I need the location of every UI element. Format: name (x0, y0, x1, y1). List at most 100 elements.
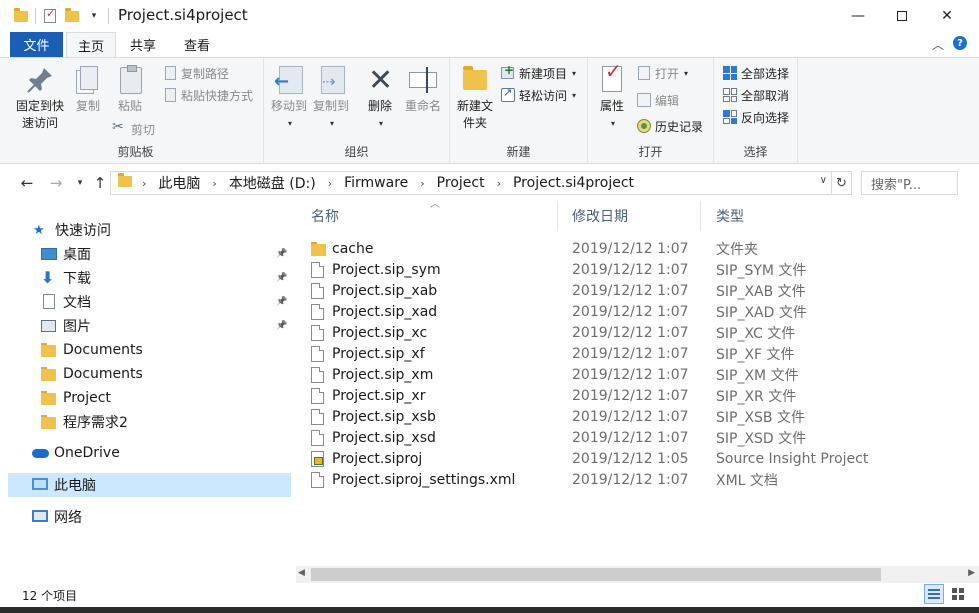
scroll-left-icon[interactable]: ◀ (298, 568, 305, 578)
history-button[interactable]: 历史记录 (636, 116, 703, 136)
horizontal-scrollbar[interactable]: ◀ ▶ (296, 566, 979, 583)
easy-access-icon (500, 86, 516, 103)
close-button[interactable]: ✕ (924, 0, 970, 32)
sidebar-item-network[interactable]: 网络 (8, 505, 291, 529)
easy-access-button[interactable]: 轻松访问 ▾ (500, 85, 576, 105)
file-row[interactable]: Project.sip_sym 2019/12/12 1:07 SIP_SYM 文件 (311, 259, 971, 280)
file-icon (311, 324, 324, 341)
sidebar-item-label: Project (63, 390, 111, 406)
breadcrumb-drive[interactable]: 本地磁盘 (D:) (227, 173, 318, 193)
column-header-date[interactable]: 修改日期 (558, 201, 701, 231)
new-folder-icon[interactable] (61, 6, 83, 26)
copy-button[interactable]: 复制 (70, 64, 106, 115)
scrollbar-thumb[interactable] (311, 568, 881, 581)
scroll-right-icon[interactable]: ▶ (968, 568, 975, 578)
sidebar-item-quick-access-entry[interactable]: Documents (8, 362, 291, 386)
delete-button[interactable]: ✕ 删除 ▾ (360, 64, 400, 132)
sidebar-item-quick-access-entry[interactable]: 文档 📌 (8, 290, 291, 314)
cut-button[interactable]: ✂ 剪切 (112, 119, 155, 139)
tab-home[interactable]: 主页 (66, 32, 116, 57)
paste-button[interactable]: 粘贴 (112, 64, 148, 115)
refresh-icon[interactable]: ↻ (832, 171, 852, 195)
cut-label: 剪切 (131, 122, 156, 137)
file-row[interactable]: Project.sip_xf 2019/12/12 1:07 SIP_XF 文件 (311, 343, 971, 364)
file-name: Project.sip_xf (332, 345, 425, 362)
search-input[interactable]: 搜索"P... (861, 171, 958, 195)
move-to-button[interactable]: 移动到 ▾ (268, 64, 310, 132)
column-header-name[interactable]: 名称 (296, 201, 558, 231)
open-group: 属性 ▾ 打开 ▾ 编辑 历史记录 打开 (588, 58, 714, 164)
file-name-cell: Project.sip_xm (311, 366, 561, 383)
sidebar-item-label: 程序需求2 (63, 415, 128, 431)
maximize-button[interactable] (879, 0, 925, 32)
invert-selection-button[interactable]: 反向选择 (722, 107, 789, 127)
tab-file[interactable]: 文件 (10, 32, 63, 57)
download-icon: ⬇ (41, 268, 55, 287)
rename-label: 重命名 (404, 99, 441, 113)
help-icon[interactable]: ? (953, 36, 967, 50)
paste-shortcut-button[interactable]: 粘贴快捷方式 (162, 85, 253, 105)
back-arrow-icon[interactable]: ← (17, 172, 37, 194)
select-none-button[interactable]: 全部取消 (722, 85, 789, 105)
file-row[interactable]: Project.sip_xab 2019/12/12 1:07 SIP_XAB 文件 (311, 280, 971, 301)
new-item-button[interactable]: 新建项目 ▾ (500, 63, 576, 83)
recent-locations-chevron-icon[interactable]: ▾ (70, 172, 90, 194)
rename-button[interactable]: 重命名 (402, 64, 444, 115)
file-row[interactable]: Project.sip_xc 2019/12/12 1:07 SIP_XC 文件 (311, 322, 971, 343)
select-all-button[interactable]: 全部选择 (722, 63, 789, 83)
tab-share[interactable]: 共享 (117, 32, 169, 57)
up-arrow-icon[interactable]: ↑ (90, 172, 110, 194)
file-row[interactable]: Project.siproj 2019/12/12 1:05 Source Insi… (311, 448, 971, 469)
file-row[interactable]: Project.sip_xm 2019/12/12 1:07 SIP_XM 文件 (311, 364, 971, 385)
copy-path-button[interactable]: 复制路径 (162, 63, 229, 83)
file-row[interactable]: Project.siproj_settings.xml 2019/12/12 1:… (311, 469, 971, 490)
large-icons-view-button[interactable] (948, 584, 968, 604)
move-to-label: 移动到 (270, 99, 307, 113)
file-date: 2019/12/12 1:07 (572, 366, 689, 383)
breadcrumb-this-pc[interactable]: 此电脑 (156, 173, 202, 193)
breadcrumb-chevron-icon[interactable]: › (318, 177, 342, 190)
file-row[interactable]: Project.sip_xsd 2019/12/12 1:07 SIP_XSD 文件 (311, 427, 971, 448)
sidebar-item-this-pc[interactable]: 此电脑 (8, 473, 291, 497)
breadcrumb-chevron-icon[interactable]: › (487, 177, 511, 190)
folder-icon[interactable] (10, 6, 32, 26)
sidebar-item-quick-access-entry[interactable]: 图片 📌 (8, 314, 291, 338)
sidebar-item-quick-access-entry[interactable]: 桌面 📌 (8, 242, 291, 266)
copy-to-button[interactable]: 复制到 ▾ (310, 64, 352, 132)
file-row[interactable]: Project.sip_xsb 2019/12/12 1:07 SIP_XSB 文件 (311, 406, 971, 427)
breadcrumb-si4project[interactable]: Project.si4project (511, 175, 636, 191)
properties-icon[interactable] (39, 6, 61, 26)
tab-view[interactable]: 查看 (170, 32, 224, 57)
sidebar-item-quick-access-entry[interactable]: 程序需求2 (8, 410, 291, 434)
minimize-button[interactable]: — (835, 0, 881, 32)
open-label: 打开 (655, 66, 680, 81)
breadcrumb-chevron-icon[interactable]: › (202, 177, 226, 190)
properties-button[interactable]: 属性 ▾ (592, 63, 632, 132)
column-header-type[interactable]: 类型 (701, 201, 871, 231)
forward-arrow-icon[interactable]: → (46, 172, 66, 194)
breadcrumb-chevron-icon[interactable]: › (142, 177, 156, 190)
collapse-ribbon-chevron-icon[interactable]: ︿ (932, 36, 944, 53)
sidebar-item-onedrive[interactable]: OneDrive (8, 441, 291, 465)
details-view-button[interactable] (924, 584, 944, 604)
pin-quick-access-button[interactable]: 固定到快速访问 (12, 64, 68, 132)
sidebar-item-quick-access[interactable]: ★ 快速访问 (8, 218, 291, 242)
open-button[interactable]: 打开 ▾ (636, 63, 688, 83)
file-row[interactable]: Project.sip_xad 2019/12/12 1:07 SIP_XAD 文件 (311, 301, 971, 322)
breadcrumb-chevron-icon[interactable]: › (410, 177, 434, 190)
customize-toolbar-dropdown[interactable]: ▾ (83, 6, 105, 26)
breadcrumb-firmware[interactable]: Firmware (342, 175, 410, 191)
file-row[interactable]: Project.sip_xr 2019/12/12 1:07 SIP_XR 文件 (311, 385, 971, 406)
address-dropdown-chevron-icon[interactable]: ∨ (820, 175, 827, 186)
file-row[interactable]: cache 2019/12/12 1:07 文件夹 (311, 238, 971, 259)
sidebar-item-quick-access-entry[interactable]: ⬇ 下载 📌 (8, 266, 291, 290)
sidebar-item-quick-access-entry[interactable]: Project (8, 386, 291, 410)
chevron-down-icon: ▾ (287, 119, 292, 128)
edit-button[interactable]: 编辑 (636, 90, 679, 110)
address-bar[interactable]: › 此电脑 › 本地磁盘 (D:) › Firmware › Project ›… (110, 171, 832, 195)
new-folder-button[interactable]: 新建文件夹 (454, 64, 496, 132)
sidebar-item-quick-access-entry[interactable]: Documents (8, 338, 291, 362)
folder-icon (41, 366, 57, 382)
breadcrumb-project[interactable]: Project (435, 175, 487, 191)
select-none-icon (722, 87, 738, 103)
